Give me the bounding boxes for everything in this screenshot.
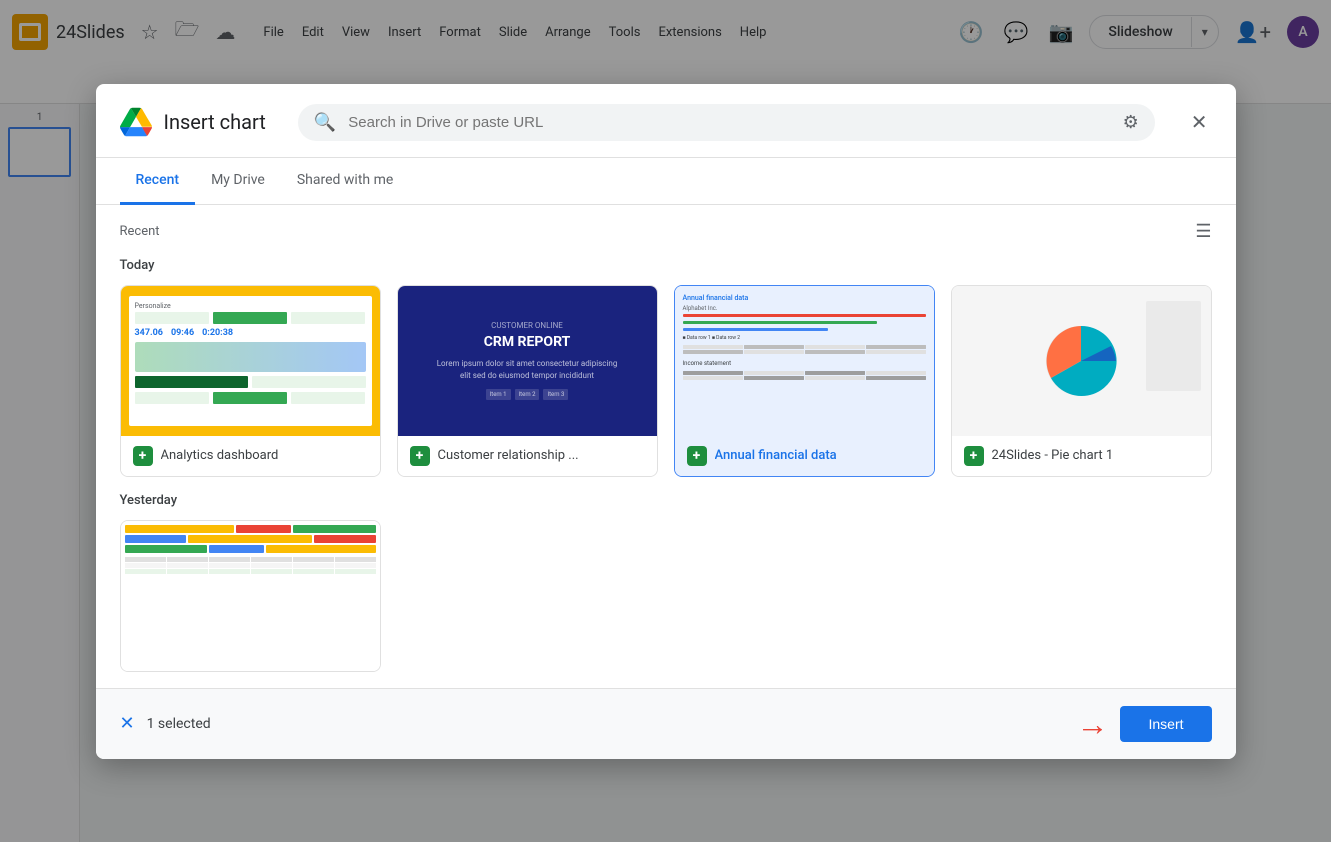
file-card-crm[interactable]: CUSTOMER ONLINE CRM REPORT Lorem ipsum d… — [397, 285, 658, 477]
tab-recent[interactable]: Recent — [120, 158, 196, 205]
period-yesterday: Yesterday — [120, 493, 1212, 508]
add-icon-crm: + — [410, 446, 430, 466]
file-thumb-analytics: Personalize 347.06 09:46 0:20:38 — [121, 286, 380, 436]
file-thumb-pie — [952, 286, 1211, 436]
selected-count-label: 1 selected — [147, 716, 211, 732]
file-name-annual: Annual financial data — [715, 448, 837, 463]
today-files-grid: Personalize 347.06 09:46 0:20:38 — [120, 285, 1212, 477]
section-header: Recent ☰ — [120, 221, 1212, 242]
modal-title: Insert chart — [164, 110, 266, 134]
add-icon-analytics: + — [133, 446, 153, 466]
insert-arrow-icon: → — [1076, 705, 1108, 743]
file-name-analytics: Analytics dashboard — [161, 448, 279, 463]
modal-overlay: Insert chart 🔍 ⚙ ✕ Recent My Drive Share… — [0, 0, 1331, 842]
section-title: Recent — [120, 224, 160, 239]
modal-title-area: Insert chart — [120, 106, 266, 138]
file-card-pie[interactable]: + 24Slides - Pie chart 1 — [951, 285, 1212, 477]
search-bar[interactable]: 🔍 ⚙ — [298, 104, 1155, 141]
file-name-crm: Customer relationship ... — [438, 448, 579, 463]
file-info-analytics: + Analytics dashboard — [121, 436, 380, 476]
search-input[interactable] — [348, 114, 1110, 131]
search-icon: 🔍 — [314, 112, 336, 133]
modal-tabs: Recent My Drive Shared with me — [96, 158, 1236, 205]
file-card-yesterday1[interactable] — [120, 520, 381, 672]
drive-logo-icon — [120, 106, 152, 138]
yesterday-files-grid — [120, 520, 1212, 672]
file-name-pie: 24Slides - Pie chart 1 — [992, 448, 1114, 463]
close-button[interactable]: ✕ — [1187, 106, 1212, 138]
filter-icon[interactable]: ⚙ — [1123, 112, 1139, 133]
file-info-pie: + 24Slides - Pie chart 1 — [952, 436, 1211, 476]
modal-footer: ✕ 1 selected → Insert — [96, 688, 1236, 759]
modal-header: Insert chart 🔍 ⚙ ✕ — [96, 84, 1236, 158]
file-thumb-annual: Annual financial data Alphabet Inc. ■ Da… — [675, 286, 934, 436]
add-icon-pie: + — [964, 446, 984, 466]
modal-body: Recent ☰ Today Personalize — [96, 205, 1236, 688]
tab-my-drive[interactable]: My Drive — [195, 158, 281, 205]
tab-shared-with-me[interactable]: Shared with me — [281, 158, 409, 205]
cancel-button[interactable]: ✕ — [120, 713, 135, 734]
list-view-icon[interactable]: ☰ — [1195, 221, 1211, 242]
insert-chart-modal: Insert chart 🔍 ⚙ ✕ Recent My Drive Share… — [96, 84, 1236, 759]
file-thumb-yesterday1 — [121, 521, 380, 671]
file-thumb-crm: CUSTOMER ONLINE CRM REPORT Lorem ipsum d… — [398, 286, 657, 436]
add-icon-annual: + — [687, 446, 707, 466]
file-info-annual: + Annual financial data — [675, 436, 934, 476]
file-card-annual[interactable]: Annual financial data Alphabet Inc. ■ Da… — [674, 285, 935, 477]
file-info-crm: + Customer relationship ... — [398, 436, 657, 476]
period-today: Today — [120, 258, 1212, 273]
insert-button[interactable]: Insert — [1120, 706, 1211, 742]
file-card-analytics[interactable]: Personalize 347.06 09:46 0:20:38 — [120, 285, 381, 477]
pie-chart-svg — [1041, 321, 1121, 401]
